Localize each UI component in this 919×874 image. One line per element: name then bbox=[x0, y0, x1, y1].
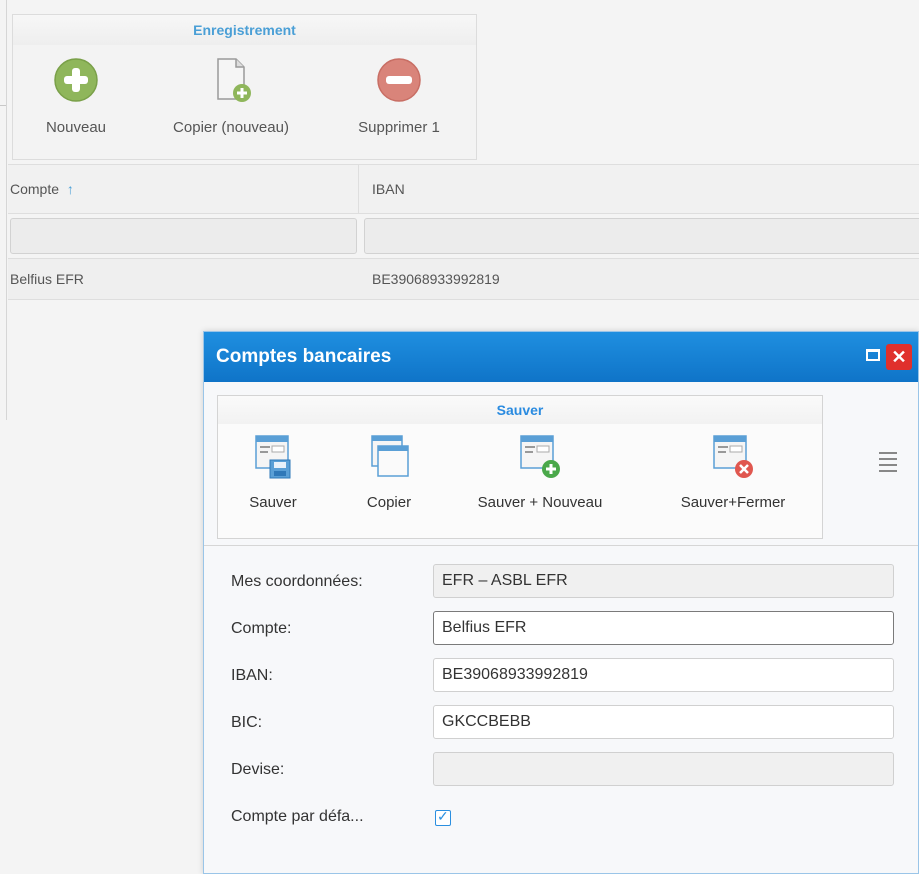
column-header-iban-label: IBAN bbox=[372, 181, 405, 197]
bic-field[interactable]: GKCCBEBB bbox=[433, 705, 894, 739]
checkmark-icon: ✓ bbox=[437, 808, 449, 824]
save-close-button[interactable]: Sauver+Fermer bbox=[658, 434, 808, 511]
copy-document-icon bbox=[217, 58, 251, 102]
save-close-button-label: Sauver+Fermer bbox=[680, 494, 786, 511]
filter-iban-input[interactable] bbox=[364, 218, 919, 254]
coords-field[interactable]: EFR – ASBL EFR bbox=[433, 564, 894, 598]
new-button[interactable]: Nouveau bbox=[31, 57, 121, 136]
save-new-icon bbox=[520, 435, 560, 478]
cell-compte: Belfius EFR bbox=[10, 271, 84, 287]
compte-label: Compte: bbox=[231, 620, 292, 637]
column-header-compte-label: Compte bbox=[10, 181, 60, 197]
close-button[interactable]: ✕ bbox=[886, 344, 912, 370]
devise-label: Devise: bbox=[231, 761, 285, 778]
save-close-icon bbox=[713, 435, 753, 478]
ribbon-divider bbox=[204, 545, 918, 546]
iban-field[interactable]: BE39068933992819 bbox=[433, 658, 894, 692]
column-header-iban[interactable]: IBAN bbox=[372, 165, 405, 213]
save-form-icon bbox=[255, 435, 291, 479]
save-new-button-label: Sauver + Nouveau bbox=[477, 494, 603, 511]
default-account-checkbox[interactable]: ✓ bbox=[435, 808, 451, 826]
delete-button[interactable]: Supprimer 1 bbox=[340, 57, 458, 136]
save-new-button[interactable]: Sauver + Nouveau bbox=[450, 434, 630, 511]
filter-row bbox=[8, 214, 919, 258]
left-edge-divider bbox=[6, 0, 7, 420]
dialog-title: Comptes bancaires bbox=[216, 346, 392, 367]
delete-button-label: Supprimer 1 bbox=[358, 119, 440, 136]
maximize-icon[interactable] bbox=[866, 349, 880, 361]
column-header-compte[interactable]: Compte ↑ bbox=[10, 165, 358, 213]
remove-circle-icon bbox=[377, 58, 421, 102]
hamburger-menu-icon[interactable] bbox=[879, 452, 897, 476]
new-button-label: Nouveau bbox=[45, 119, 107, 136]
cell-iban: BE39068933992819 bbox=[372, 271, 500, 287]
coords-label: Mes coordonnées: bbox=[231, 573, 363, 590]
sort-ascending-icon: ↑ bbox=[66, 181, 74, 197]
bank-accounts-dialog: Comptes bancaires ✕ Sauver Sauver Copier… bbox=[203, 331, 919, 874]
left-edge-tick bbox=[0, 105, 6, 106]
bic-label: BIC: bbox=[231, 714, 263, 731]
ribbon-group-enregistrement: Enregistrement Nouveau Copier (nouveau) bbox=[12, 14, 477, 160]
save-button-label: Sauver bbox=[249, 494, 297, 511]
copy-button[interactable]: Copier bbox=[354, 434, 424, 511]
close-icon: ✕ bbox=[891, 347, 907, 367]
grid-header: Compte ↑ IBAN bbox=[8, 164, 919, 214]
filter-compte-input[interactable] bbox=[10, 218, 357, 254]
add-circle-icon bbox=[54, 58, 98, 102]
ribbon-group-title: Sauver bbox=[218, 396, 822, 424]
table-row[interactable]: Belfius EFR BE39068933992819 bbox=[8, 258, 919, 300]
iban-label: IBAN: bbox=[231, 667, 273, 684]
copy-button-label: Copier bbox=[366, 494, 412, 511]
save-button[interactable]: Sauver bbox=[238, 434, 308, 511]
devise-field[interactable] bbox=[433, 752, 894, 786]
dialog-titlebar[interactable]: Comptes bancaires ✕ bbox=[204, 332, 918, 382]
default-account-label: Compte par défa... bbox=[231, 808, 364, 825]
column-divider[interactable] bbox=[358, 165, 359, 213]
ribbon-group-sauver: Sauver Sauver Copier Sauver + Nouveau Sa… bbox=[217, 395, 823, 539]
copy-new-button[interactable]: Copier (nouveau) bbox=[146, 57, 316, 136]
copy-window-icon bbox=[371, 435, 409, 477]
copy-new-button-label: Copier (nouveau) bbox=[173, 119, 289, 136]
compte-field[interactable]: Belfius EFR bbox=[433, 611, 894, 645]
ribbon-group-title: Enregistrement bbox=[13, 15, 476, 45]
